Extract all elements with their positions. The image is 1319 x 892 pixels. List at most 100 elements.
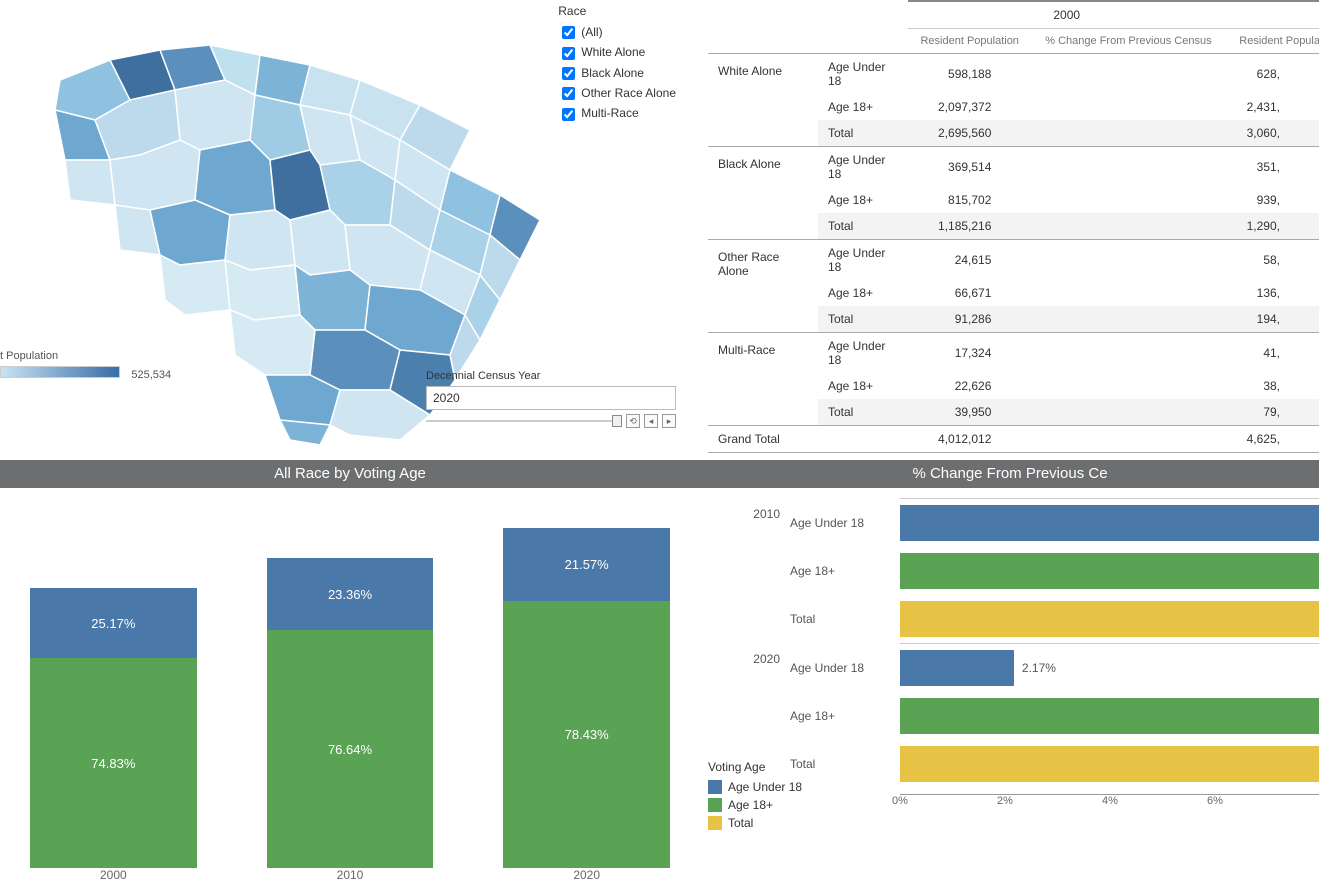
- race-filter-checkbox[interactable]: [562, 87, 575, 100]
- table-age-cell: Age 18+: [818, 187, 908, 213]
- bar-segment-under-18[interactable]: 25.17%: [30, 588, 197, 658]
- table-pct-cell: [1031, 187, 1225, 213]
- bar-segment-18-plus[interactable]: 78.43%: [503, 601, 670, 868]
- hbar-row[interactable]: Age 18+: [900, 692, 1319, 740]
- stacked-bar-chart[interactable]: 25.17%74.83% 23.36%76.64% 21.57%78.43%: [0, 488, 700, 868]
- stacked-bar-column[interactable]: 21.57%78.43%: [503, 528, 670, 868]
- legend-swatch: [708, 816, 722, 830]
- hbar-row[interactable]: Total: [900, 740, 1319, 788]
- race-filter-label: Multi-Race: [581, 106, 638, 120]
- table-value-cell-next: 38,: [1225, 373, 1319, 399]
- race-filter-header: Race: [558, 4, 676, 18]
- table-value-cell: 815,702: [908, 187, 1031, 213]
- race-filter-item[interactable]: (All): [558, 22, 676, 42]
- grand-total-label: Grand Total: [708, 426, 908, 453]
- legend-item[interactable]: Total: [708, 814, 802, 832]
- table-value-cell-next: 194,: [1225, 306, 1319, 333]
- race-filter-item[interactable]: Other Race Alone: [558, 83, 676, 103]
- stacked-bar-column[interactable]: 23.36%76.64%: [267, 558, 434, 868]
- table-value-cell: 1,185,216: [908, 213, 1031, 240]
- map-panel: t Population 525,534 Race (All)White Alo…: [0, 0, 700, 460]
- hbar-bar[interactable]: [900, 601, 1319, 637]
- table-value-cell: 2,097,372: [908, 94, 1031, 120]
- hbar-chart[interactable]: 2010Age Under 18Age 18+Total2020Age Unde…: [700, 488, 1319, 814]
- table-year-2000: 2000: [908, 1, 1225, 29]
- stacked-bar-xlabel: 2010: [267, 868, 434, 882]
- race-filter-label: (All): [581, 25, 602, 39]
- hbar-year-label: 2010: [720, 507, 780, 521]
- hbar-row[interactable]: Age Under 182.17%: [900, 644, 1319, 692]
- population-crosstab[interactable]: 2000 Resident Population % Change From P…: [708, 0, 1319, 453]
- hbar-bar[interactable]: [900, 746, 1319, 782]
- col-resident-pop: Resident Population: [908, 29, 1031, 54]
- table-value-cell: 369,514: [908, 147, 1031, 188]
- race-filter-label: White Alone: [581, 45, 645, 59]
- table-value-cell: 22,626: [908, 373, 1031, 399]
- stacked-bar-panel: All Race by Voting Age 25.17%74.83%23.36…: [0, 460, 700, 892]
- race-filter-item[interactable]: Multi-Race: [558, 103, 676, 123]
- table-value-cell: 2,695,560: [908, 120, 1031, 147]
- hbar-row[interactable]: Age 18+: [900, 547, 1319, 595]
- race-filter-checkbox[interactable]: [562, 67, 575, 80]
- table-value-cell-next: 58,: [1225, 240, 1319, 281]
- table-age-cell: Age 18+: [818, 94, 908, 120]
- hbar-row[interactable]: Age Under 18: [900, 499, 1319, 547]
- bar-segment-under-18[interactable]: 23.36%: [267, 558, 434, 630]
- hbar-bar[interactable]: [900, 505, 1319, 541]
- hbar-row-label: Age Under 18: [790, 661, 890, 675]
- race-filter: Race (All) White Alone Black AloneOther Ra…: [558, 4, 676, 124]
- table-row-category: Other Race Alone: [708, 240, 818, 333]
- year-selected-value[interactable]: 2020: [426, 386, 676, 410]
- table-value-cell-next: 41,: [1225, 333, 1319, 374]
- table-row-category: Multi-Race: [708, 333, 818, 426]
- hbar-year-group: 2020Age Under 182.17%Age 18+Total: [900, 643, 1319, 788]
- table-age-cell: Total: [818, 306, 908, 333]
- table-value-cell-next: 351,: [1225, 147, 1319, 188]
- table-value-cell: 17,324: [908, 333, 1031, 374]
- year-reset-button[interactable]: ⟲: [626, 414, 640, 428]
- hbar-title: % Change From Previous Ce: [700, 460, 1319, 488]
- race-filter-checkbox[interactable]: [562, 108, 575, 121]
- table-pct-cell: [1031, 147, 1225, 188]
- race-filter-item[interactable]: Black Alone: [558, 63, 676, 83]
- legend-ramp: [0, 366, 120, 378]
- race-filter-item[interactable]: White Alone: [558, 42, 676, 62]
- legend-label: Total: [728, 814, 753, 832]
- hbar-year-label: 2020: [720, 652, 780, 666]
- table-value-cell-next: 939,: [1225, 187, 1319, 213]
- bar-segment-under-18[interactable]: 21.57%: [503, 528, 670, 601]
- table-pct-cell: [1031, 240, 1225, 281]
- stacked-bar-xlabel: 2000: [30, 868, 197, 882]
- hbar-row-label: Age 18+: [790, 564, 890, 578]
- table-pct-cell: [1031, 306, 1225, 333]
- table-age-cell: Total: [818, 213, 908, 240]
- year-next-button[interactable]: ▸: [662, 414, 676, 428]
- hbar-bar[interactable]: [900, 650, 1014, 686]
- bar-segment-18-plus[interactable]: 76.64%: [267, 630, 434, 868]
- table-age-cell: Age Under 18: [818, 333, 908, 374]
- hbar-bar[interactable]: [900, 698, 1319, 734]
- hbar-tick: 6%: [1207, 795, 1223, 807]
- table-value-cell-next: 3,060,: [1225, 120, 1319, 147]
- hbar-bar[interactable]: [900, 553, 1319, 589]
- hbar-row-label: Total: [790, 757, 890, 771]
- table-value-cell: 39,950: [908, 399, 1031, 426]
- stacked-bar-column[interactable]: 25.17%74.83%: [30, 588, 197, 868]
- race-filter-checkbox[interactable]: [562, 26, 575, 39]
- bar-segment-18-plus[interactable]: 74.83%: [30, 658, 197, 868]
- hbar-row[interactable]: Total: [900, 595, 1319, 643]
- hbar-row-label: Age Under 18: [790, 516, 890, 530]
- table-age-cell: Total: [818, 399, 908, 426]
- hbar-xaxis: 0%2%4%6%: [900, 794, 1319, 814]
- hbar-row-label: Age 18+: [790, 709, 890, 723]
- table-age-cell: Age Under 18: [818, 240, 908, 281]
- hbar-tick: 2%: [997, 795, 1013, 807]
- year-slider-track[interactable]: [426, 420, 622, 422]
- table-pct-cell: [1031, 120, 1225, 147]
- stacked-bar-xaxis: 200020102020: [0, 868, 700, 892]
- race-filter-checkbox[interactable]: [562, 47, 575, 60]
- year-slider-thumb[interactable]: [612, 415, 622, 427]
- table-pct-cell: [1031, 280, 1225, 306]
- year-prev-button[interactable]: ◂: [644, 414, 658, 428]
- grand-total-value-next: 4,625,: [1225, 426, 1319, 453]
